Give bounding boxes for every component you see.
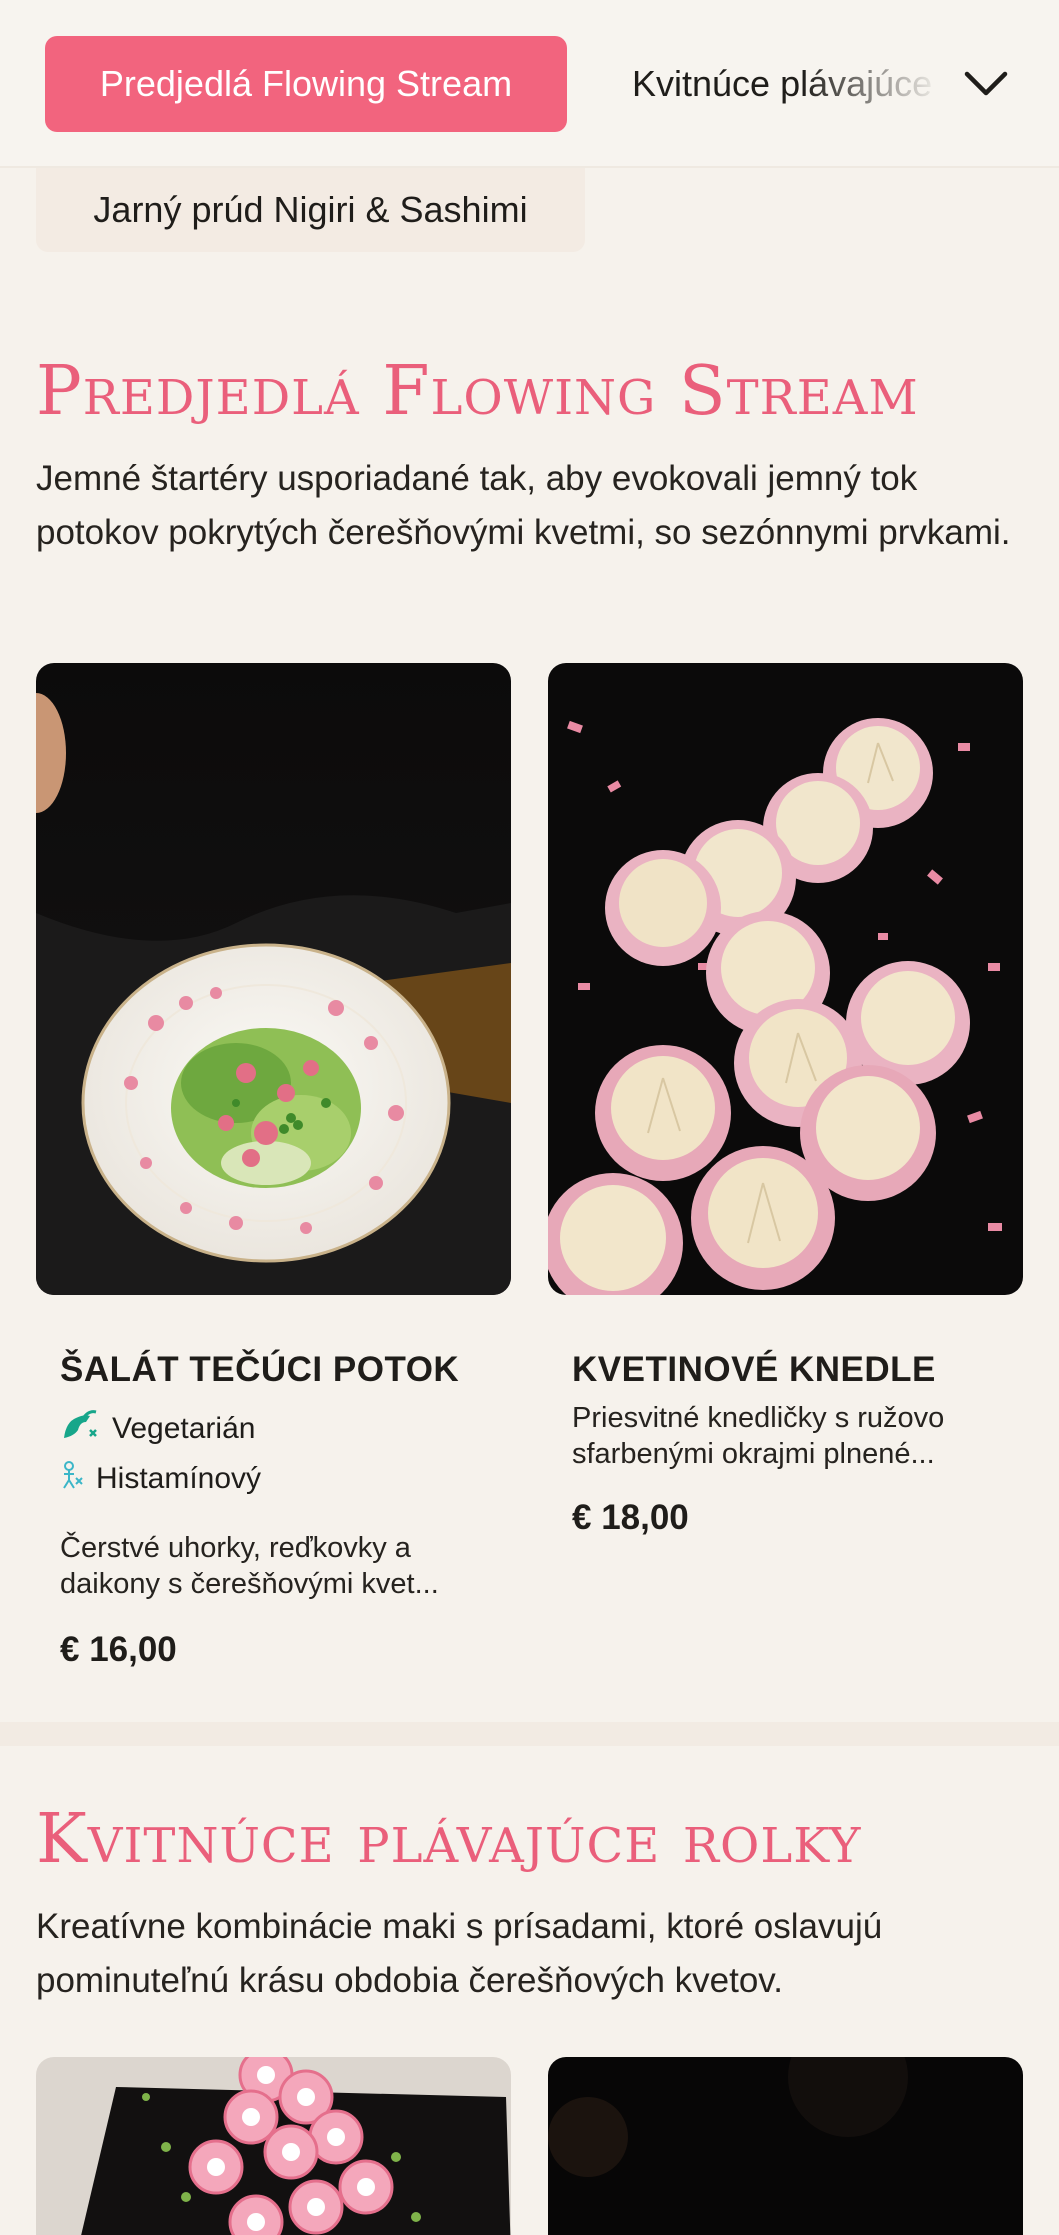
dish-price: € 16,00 xyxy=(60,1630,177,1669)
histamine-icon xyxy=(60,1460,84,1498)
rolls-photo[interactable] xyxy=(36,2057,511,2235)
section-title-kvitnuce-rolky: Kvitnúce plávajúce rolky xyxy=(36,1800,862,1879)
dish-photo[interactable] xyxy=(548,2057,1023,2235)
section-description: Jemné štartéry usporiadané tak, aby evok… xyxy=(36,459,1011,552)
section-divider xyxy=(0,1722,1059,1746)
chevron-down-icon[interactable] xyxy=(960,58,1012,110)
dish-name[interactable]: ŠALÁT TEČÚCI POTOK xyxy=(60,1350,459,1390)
tag-label: Vegetarián xyxy=(112,1412,256,1445)
dietary-tag: Histamínový xyxy=(60,1460,261,1498)
tag-label: Histamínový xyxy=(96,1462,262,1495)
dietary-tag: Vegetarián xyxy=(60,1408,255,1450)
dish-description: Čerstvé uhorky, reďkovky a daikony s čer… xyxy=(60,1532,439,1600)
dish-price: € 18,00 xyxy=(572,1498,689,1537)
section-description: Kreatívne kombinácie maki s prísadami, k… xyxy=(36,1907,883,2000)
dish-description: Priesvitné knedličky s ružovo sfarbenými… xyxy=(572,1402,945,1470)
nav-tab-jarny-prud[interactable]: Jarný prúd Nigiri & Sashimi xyxy=(36,168,585,252)
dish-name[interactable]: KVETINOVÉ KNEDLE xyxy=(572,1350,936,1390)
nav-tab-predjedla[interactable]: Predjedlá Flowing Stream xyxy=(45,36,567,132)
vegetarian-icon xyxy=(60,1408,100,1450)
section-title-predjedla: Predjedlá Flowing Stream xyxy=(36,352,919,431)
salad-photo[interactable] xyxy=(36,663,511,1295)
nav-tab-kvitnuce-rolky[interactable]: Kvitnúce plávajúce rolky xyxy=(632,36,942,132)
category-nav: Predjedlá Flowing Stream Kvitnúce plávaj… xyxy=(0,0,1059,168)
dumplings-photo[interactable] xyxy=(548,663,1023,1295)
